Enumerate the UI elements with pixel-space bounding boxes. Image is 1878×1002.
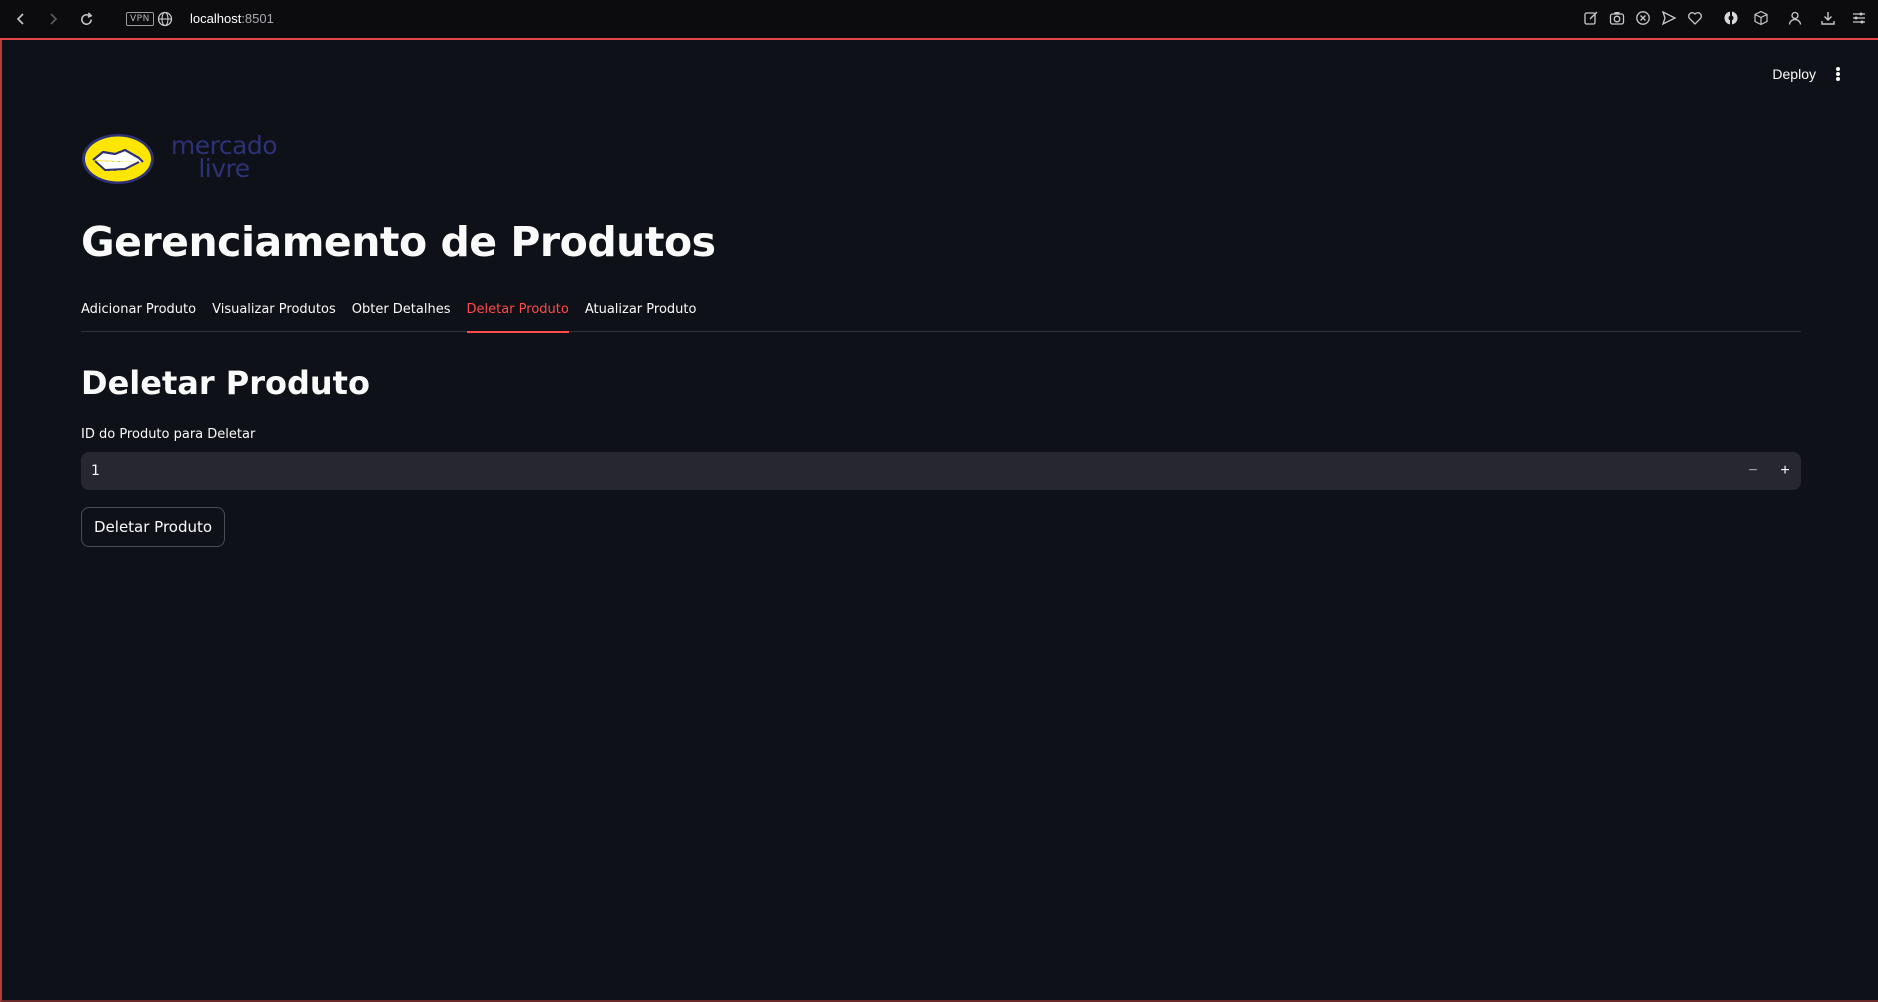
product-id-number-input: − + bbox=[81, 452, 1801, 490]
mercado-livre-logo: mercado livre bbox=[81, 132, 285, 186]
tab-visualizar-produtos[interactable]: Visualizar Produtos bbox=[212, 300, 336, 332]
delete-product-button[interactable]: Deletar Produto bbox=[81, 507, 226, 547]
main-menu-icon[interactable] bbox=[1830, 64, 1846, 84]
decrement-button[interactable]: − bbox=[1737, 452, 1769, 490]
back-icon[interactable] bbox=[12, 10, 30, 28]
tab-deletar-produto[interactable]: Deletar Produto bbox=[466, 300, 570, 333]
edit-icon[interactable] bbox=[1583, 10, 1601, 28]
heart-icon[interactable] bbox=[1687, 10, 1705, 28]
extension-icon[interactable] bbox=[1723, 10, 1741, 28]
deploy-button[interactable]: Deploy bbox=[1772, 66, 1816, 82]
send-icon[interactable] bbox=[1661, 10, 1679, 28]
cube-icon[interactable] bbox=[1753, 10, 1771, 28]
download-icon[interactable] bbox=[1820, 10, 1838, 28]
increment-button[interactable]: + bbox=[1769, 452, 1801, 490]
url-host: localhost bbox=[190, 11, 242, 26]
shield-icon[interactable] bbox=[1635, 10, 1653, 28]
camera-icon[interactable] bbox=[1609, 10, 1627, 28]
section-title: Deletar Produto bbox=[81, 364, 370, 402]
forward-icon[interactable] bbox=[44, 10, 62, 28]
tab-bar: Adicionar Produto Visualizar Produtos Ob… bbox=[81, 300, 1801, 333]
tab-adicionar-produto[interactable]: Adicionar Produto bbox=[81, 300, 196, 332]
product-id-field[interactable] bbox=[81, 452, 1737, 490]
url-port: :8501 bbox=[241, 11, 274, 26]
globe-icon bbox=[157, 11, 173, 32]
reload-icon[interactable] bbox=[77, 10, 95, 28]
menu-icon[interactable] bbox=[1851, 10, 1869, 28]
address-bar[interactable]: localhost:8501 bbox=[190, 11, 274, 26]
tab-obter-detalhes[interactable]: Obter Detalhes bbox=[352, 300, 451, 332]
page-title: Gerenciamento de Produtos bbox=[81, 218, 716, 266]
tab-atualizar-produto[interactable]: Atualizar Produto bbox=[585, 300, 697, 332]
vpn-badge[interactable]: VPN bbox=[126, 12, 154, 26]
profile-icon[interactable] bbox=[1787, 10, 1805, 28]
product-id-label: ID do Produto para Deletar bbox=[81, 427, 256, 442]
browser-toolbar: VPN localhost:8501 bbox=[0, 0, 1878, 40]
logo-wordmark: mercado livre bbox=[164, 133, 284, 183]
logo-line-2: livre bbox=[198, 154, 250, 183]
